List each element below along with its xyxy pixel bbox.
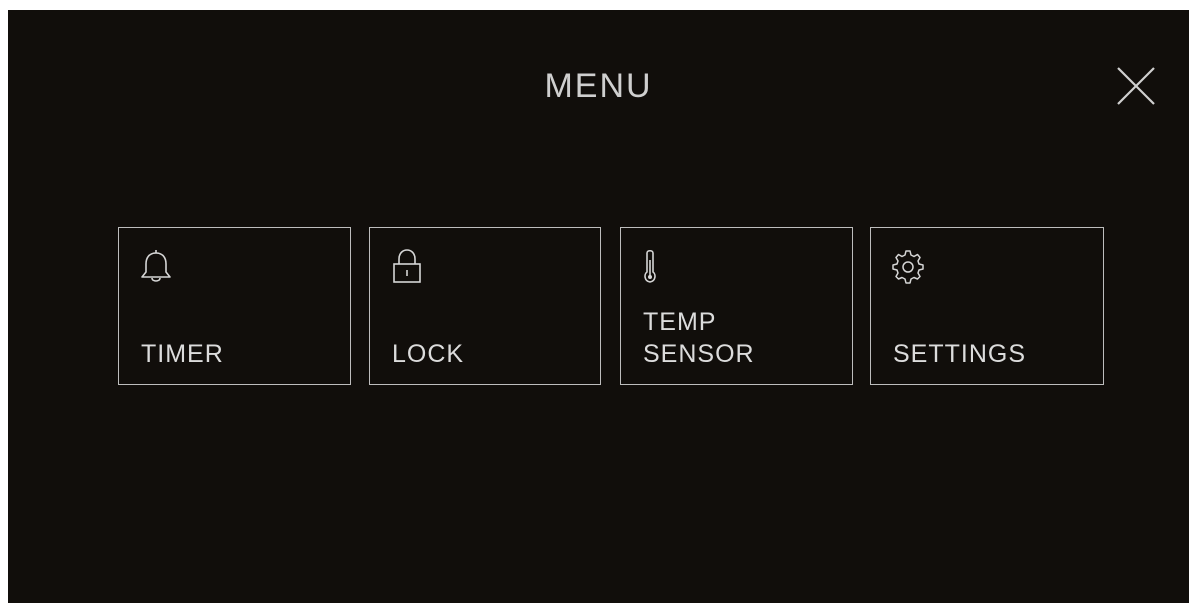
- close-icon: [1117, 67, 1155, 105]
- timer-label: TIMER: [141, 340, 224, 368]
- lock-label: LOCK: [392, 340, 465, 368]
- bell-icon: [139, 248, 173, 286]
- temp-sensor-tile[interactable]: TEMP SENSOR: [620, 227, 853, 385]
- lock-icon: [390, 248, 424, 286]
- menu-screen: MENU TIMER LOCK TEMP SENSOR SETTINGS: [8, 10, 1189, 603]
- settings-label: SETTINGS: [893, 340, 1027, 368]
- close-button[interactable]: [1112, 62, 1160, 110]
- gear-icon: [891, 248, 925, 286]
- page-title: MENU: [544, 67, 653, 105]
- lock-tile[interactable]: LOCK: [369, 227, 601, 385]
- thermometer-icon: [641, 248, 675, 286]
- timer-tile[interactable]: TIMER: [118, 227, 351, 385]
- settings-tile[interactable]: SETTINGS: [870, 227, 1104, 385]
- temp-sensor-label: TEMP SENSOR: [643, 308, 755, 368]
